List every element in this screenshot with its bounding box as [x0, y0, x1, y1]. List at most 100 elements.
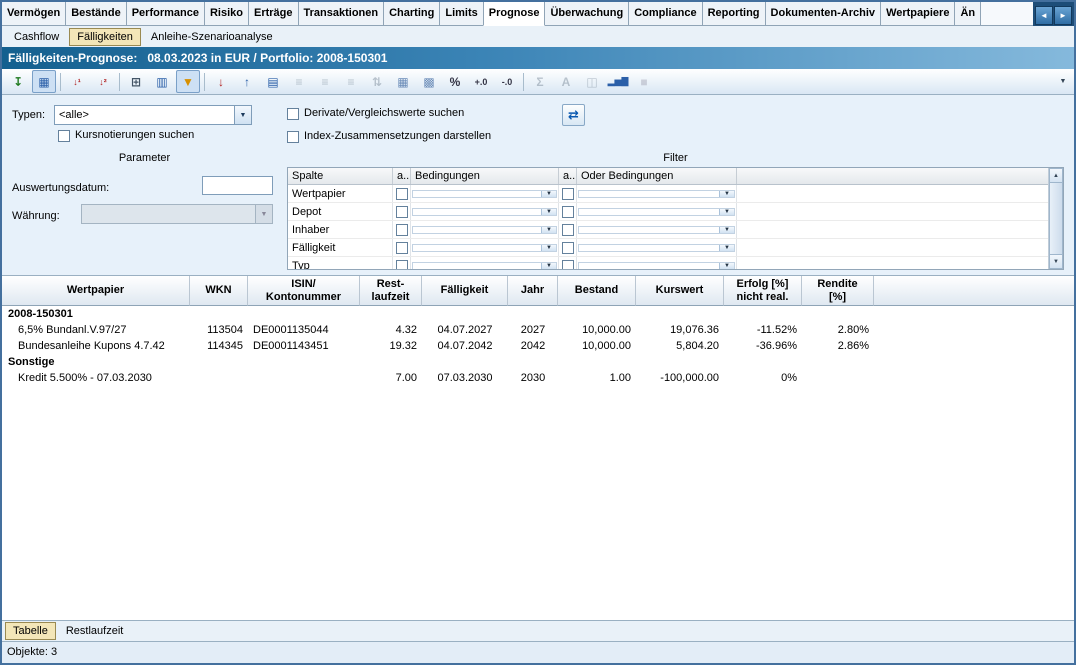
- column-header-5[interactable]: Jahr: [508, 276, 558, 306]
- filter-or-condition-combo[interactable]: ▼: [578, 226, 735, 234]
- chevron-down-icon[interactable]: ▼: [719, 209, 734, 215]
- increase-decimal-icon[interactable]: +.0: [469, 70, 493, 93]
- tab-compliance[interactable]: Compliance: [629, 2, 702, 26]
- tab-überwachung[interactable]: Überwachung: [545, 2, 629, 26]
- table-row[interactable]: Bundesanleihe Kupons 4.7.42114345DE00011…: [2, 338, 1074, 354]
- scroll-up-icon[interactable]: ▲: [1049, 168, 1063, 183]
- column-header-6[interactable]: Bestand: [558, 276, 636, 306]
- tab-risiko[interactable]: Risiko: [205, 2, 249, 26]
- filter-or-active-checkbox[interactable]: [562, 224, 574, 236]
- insert-row-icon[interactable]: ↓: [209, 70, 233, 93]
- checkbox-icon[interactable]: [287, 108, 299, 120]
- tab-anleihe-szenarioanalyse[interactable]: Anleihe-Szenarioanalyse: [143, 28, 281, 46]
- pin-columns-icon[interactable]: ⊞: [124, 70, 148, 93]
- scrollbar-thumb[interactable]: [1049, 183, 1063, 254]
- remove-row-icon[interactable]: ↑: [235, 70, 259, 93]
- index-checkbox-row[interactable]: Index-Zusammensetzungen darstellen: [287, 130, 491, 143]
- column-header-2[interactable]: ISIN/ Kontonummer: [248, 276, 360, 306]
- tab-bestände[interactable]: Bestände: [66, 2, 127, 26]
- chevron-down-icon[interactable]: ▼: [541, 245, 556, 251]
- tab-dokumenten-archiv[interactable]: Dokumenten-Archiv: [766, 2, 882, 26]
- filter-active-checkbox[interactable]: [396, 242, 408, 254]
- scroll-tabs-right-button[interactable]: ►: [1054, 6, 1072, 25]
- filter-icon[interactable]: ▼: [176, 70, 200, 93]
- table-chart-icon[interactable]: ▦: [32, 70, 56, 93]
- scroll-down-icon[interactable]: ▼: [1049, 254, 1063, 269]
- column-header-3[interactable]: Rest- laufzeit: [360, 276, 422, 306]
- filter-or-active-checkbox[interactable]: [562, 260, 574, 270]
- chevron-down-icon[interactable]: ▼: [719, 191, 734, 197]
- filter-scrollbar[interactable]: ▲ ▼: [1048, 168, 1063, 269]
- tab-charting[interactable]: Charting: [384, 2, 440, 26]
- tab-än[interactable]: Än: [955, 2, 981, 26]
- scroll-tabs-left-button[interactable]: ◄: [1035, 6, 1053, 25]
- tab-cashflow[interactable]: Cashflow: [6, 28, 67, 46]
- tab-tabelle[interactable]: Tabelle: [5, 622, 56, 640]
- filter-condition-combo[interactable]: ▼: [412, 190, 557, 198]
- filter-active-checkbox[interactable]: [396, 188, 408, 200]
- tab-reporting[interactable]: Reporting: [703, 2, 766, 26]
- filter-or-active-checkbox[interactable]: [562, 242, 574, 254]
- filter-condition-combo[interactable]: ▼: [412, 226, 557, 234]
- tab-prognose[interactable]: Prognose: [483, 2, 546, 26]
- table-row[interactable]: 6,5% Bundanl.V.97/27113504DE00011350444.…: [2, 322, 1074, 338]
- derivate-checkbox-row[interactable]: Derivate/Vergleichswerte suchen: [287, 107, 464, 120]
- tab-vermögen[interactable]: Vermögen: [2, 2, 66, 26]
- shade-rows-icon[interactable]: ▩: [417, 70, 441, 93]
- filter-active-checkbox[interactable]: [396, 260, 408, 270]
- filter-condition-combo[interactable]: ▼: [412, 244, 557, 252]
- filter-active-checkbox[interactable]: [396, 206, 408, 218]
- tab-transaktionen[interactable]: Transaktionen: [299, 2, 385, 26]
- group-row[interactable]: 2008-150301: [2, 306, 1074, 322]
- refresh-button[interactable]: ⇄: [562, 104, 585, 126]
- column-header-7[interactable]: Kurswert: [636, 276, 724, 306]
- tab-erträge[interactable]: Erträge: [249, 2, 299, 26]
- filter-condition-combo[interactable]: ▼: [412, 262, 557, 270]
- bar-chart-icon[interactable]: ▂▅▇: [606, 70, 630, 93]
- chevron-down-icon[interactable]: ▼: [541, 227, 556, 233]
- typen-select[interactable]: <alle> ▼: [54, 105, 252, 125]
- chevron-down-icon[interactable]: ▼: [719, 245, 734, 251]
- filter-row[interactable]: Wertpapier▼▼: [288, 185, 1048, 203]
- table-row[interactable]: Kredit 5.500% - 07.03.20307.0007.03.2030…: [2, 370, 1074, 386]
- export-data-icon[interactable]: ↧: [6, 70, 30, 93]
- tab-restlaufzeit[interactable]: Restlaufzeit: [58, 622, 131, 640]
- chevron-down-icon[interactable]: ▼: [541, 209, 556, 215]
- chevron-down-icon[interactable]: ▼: [541, 191, 556, 197]
- grid-lines-icon[interactable]: ▦: [391, 70, 415, 93]
- filter-or-condition-combo[interactable]: ▼: [578, 208, 735, 216]
- checkbox-icon[interactable]: [287, 131, 299, 143]
- filter-row[interactable]: Typ▼▼: [288, 257, 1048, 269]
- chevron-down-icon[interactable]: ▼: [719, 263, 734, 269]
- filter-condition-combo[interactable]: ▼: [412, 208, 557, 216]
- tab-fälligkeiten[interactable]: Fälligkeiten: [69, 28, 141, 46]
- group-row[interactable]: Sonstige: [2, 354, 1074, 370]
- chevron-down-icon[interactable]: ▼: [541, 263, 556, 269]
- filter-row[interactable]: Fälligkeit▼▼: [288, 239, 1048, 257]
- decrease-decimal-icon[interactable]: -.0: [495, 70, 519, 93]
- filter-row[interactable]: Inhaber▼▼: [288, 221, 1048, 239]
- percent-icon[interactable]: %: [443, 70, 467, 93]
- tab-performance[interactable]: Performance: [127, 2, 205, 26]
- filter-or-active-checkbox[interactable]: [562, 188, 574, 200]
- column-header-8[interactable]: Erfolg [%] nicht real.: [724, 276, 802, 306]
- column-header-0[interactable]: Wertpapier: [2, 276, 190, 306]
- freeze-pane-icon[interactable]: ▤: [261, 70, 285, 93]
- toolbar-overflow-button[interactable]: ▼: [1055, 71, 1071, 92]
- filter-or-condition-combo[interactable]: ▼: [578, 244, 735, 252]
- filter-row[interactable]: Depot▼▼: [288, 203, 1048, 221]
- sort-level-1-icon[interactable]: ↓¹: [65, 70, 89, 93]
- filter-or-condition-combo[interactable]: ▼: [578, 190, 735, 198]
- tab-limits[interactable]: Limits: [440, 2, 483, 26]
- filter-active-checkbox[interactable]: [396, 224, 408, 236]
- auswertungsdatum-input[interactable]: [202, 176, 273, 195]
- checkbox-icon[interactable]: [58, 130, 70, 142]
- column-header-4[interactable]: Fälligkeit: [422, 276, 508, 306]
- filter-or-active-checkbox[interactable]: [562, 206, 574, 218]
- column-header-9[interactable]: Rendite [%]: [802, 276, 874, 306]
- chevron-down-icon[interactable]: ▼: [719, 227, 734, 233]
- layout-grid-icon[interactable]: ▥: [150, 70, 174, 93]
- column-header-1[interactable]: WKN: [190, 276, 248, 306]
- chevron-down-icon[interactable]: ▼: [234, 106, 251, 124]
- kursnotierungen-checkbox-row[interactable]: Kursnotierungen suchen: [58, 129, 194, 142]
